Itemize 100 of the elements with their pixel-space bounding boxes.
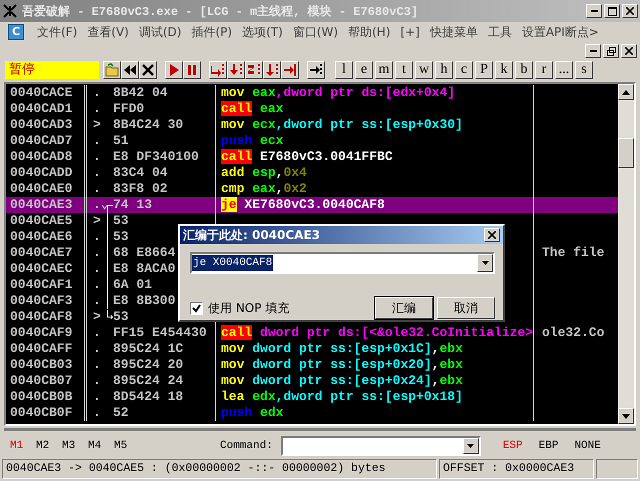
arrow-icon [309, 63, 323, 77]
step-button[interactable] [245, 61, 263, 79]
instruction: mov dword ptr ss:[esp+0x24],ebx [221, 373, 463, 388]
hex-bytes: 6A 01 [113, 277, 152, 293]
arrow-icon [211, 63, 225, 77]
instruction: lea edx,dword ptr ss:[esp+0x18] [221, 389, 463, 404]
checkbox[interactable] [190, 302, 203, 314]
run-button[interactable] [165, 61, 183, 79]
restart-button[interactable] [121, 61, 139, 79]
address: 0040CAD7 [10, 133, 72, 148]
hex-bytes: E8 8ACA0 [113, 261, 176, 277]
row-marker: . [92, 373, 102, 389]
scrollbar[interactable] [618, 84, 634, 424]
close-button[interactable] [484, 228, 500, 242]
close-icon [488, 231, 496, 239]
down-arrow-icon [622, 414, 630, 418]
cancel-button[interactable]: 取消 [437, 297, 495, 319]
address: 0040CAFF [10, 341, 72, 356]
hex-bytes: 74 13 [113, 197, 152, 213]
maximize-button[interactable] [604, 4, 620, 18]
menu-item[interactable]: 选项(T) [237, 24, 288, 40]
window-button[interactable]: l [335, 61, 353, 79]
row-marker: . [92, 165, 102, 181]
address: 0040CAE7 [10, 245, 72, 260]
checkbox-label: 使用 NOP 填充 [208, 300, 290, 316]
window-button[interactable]: m [375, 61, 393, 79]
step-button[interactable] [281, 61, 299, 79]
marker-tab[interactable]: M3 [62, 440, 88, 452]
window-button[interactable]: P [475, 61, 493, 79]
row-marker: . [92, 293, 102, 309]
close-button[interactable] [621, 44, 637, 58]
hex-bytes: 83F8 02 [113, 181, 168, 197]
register-option[interactable]: EBP [538, 440, 558, 452]
comment: The file [542, 245, 604, 260]
instruction: push ecx [221, 133, 284, 148]
hex-bytes: FFD0 [113, 101, 144, 117]
restore-button[interactable] [603, 44, 619, 58]
address: 0040CAF3 [10, 293, 72, 308]
close-button[interactable] [622, 4, 638, 18]
address: 0040CACE [10, 85, 72, 100]
close-button[interactable] [139, 61, 157, 79]
menu-item[interactable]: 文件(F) [32, 24, 82, 40]
arrow-icon [265, 63, 279, 77]
menu-item[interactable]: [+] [395, 25, 425, 39]
window-button[interactable]: ... [555, 61, 573, 79]
hex-bytes: 68 E8664 [113, 245, 176, 261]
window-button[interactable]: c [455, 61, 473, 79]
address: 0040CAE0 [10, 181, 72, 196]
assemble-combo[interactable]: je X0040CAF8 [190, 252, 495, 274]
menu-item[interactable]: 查看(V) [82, 24, 134, 40]
status-panel [596, 459, 638, 479]
open-button[interactable] [103, 61, 121, 79]
menu-item[interactable]: 调试(D) [134, 24, 186, 40]
instruction: mov ecx,dword ptr ss:[esp+0x30] [221, 117, 463, 132]
close-icon [141, 63, 155, 77]
minimize-button[interactable] [586, 4, 602, 18]
play-icon [167, 63, 181, 77]
row-marker: . [92, 389, 102, 405]
window-button[interactable]: b [515, 61, 533, 79]
window-button[interactable]: s [575, 61, 593, 79]
marker-tab[interactable]: M2 [36, 440, 62, 452]
marker-tab[interactable]: M5 [114, 440, 140, 452]
window-button[interactable]: k [495, 61, 513, 79]
step-button[interactable] [263, 61, 281, 79]
window-button[interactable]: t [395, 61, 413, 79]
minimize-icon [590, 10, 598, 12]
assemble-button[interactable]: 汇编 [375, 297, 433, 319]
status-field: 暂停 [5, 61, 99, 79]
hex-bytes: 51 [113, 133, 129, 149]
step-button[interactable] [209, 61, 227, 79]
minimize-button[interactable] [585, 44, 601, 58]
dialog-title: 汇编于此处: 0040CAE3 [183, 226, 320, 244]
dropdown-icon [467, 444, 474, 448]
close-icon [625, 47, 633, 55]
row-marker: . [92, 245, 102, 261]
window-button[interactable]: r [535, 61, 553, 79]
hex-bytes: 8D5424 18 [113, 389, 184, 405]
selected-row[interactable]: 0040CAE3 .⌄ 74 13 je XE7680vC3.0040CAF8 [6, 197, 618, 213]
address: 0040CAEC [10, 261, 72, 276]
hex-bytes: 8B4C24 30 [113, 117, 184, 133]
menu-item[interactable]: 插件(P) [186, 24, 238, 40]
menu-item[interactable]: 帮助(H) [343, 24, 396, 40]
address: 0040CAD8 [10, 149, 72, 164]
marker-tab[interactable]: M4 [88, 440, 114, 452]
menu-item[interactable]: 快捷菜单 [424, 24, 483, 40]
window-button[interactable]: h [435, 61, 453, 79]
register-option[interactable]: NONE [574, 440, 601, 452]
address: 0040CAD3 [10, 117, 72, 132]
goto-button[interactable] [307, 61, 325, 79]
window-button[interactable]: e [355, 61, 373, 79]
menu-item[interactable]: 设置API断点> [516, 24, 604, 40]
window-button[interactable]: w [415, 61, 433, 79]
row-marker: . [92, 325, 102, 341]
step-button[interactable] [227, 61, 245, 79]
command-field[interactable] [280, 436, 481, 456]
address: 0040CAE6 [10, 229, 72, 244]
pause-button[interactable] [183, 61, 201, 79]
menu-item[interactable]: 工具 [482, 24, 517, 40]
menu-item[interactable]: 窗口(W) [288, 24, 343, 40]
scroll-thumb[interactable] [618, 138, 634, 168]
